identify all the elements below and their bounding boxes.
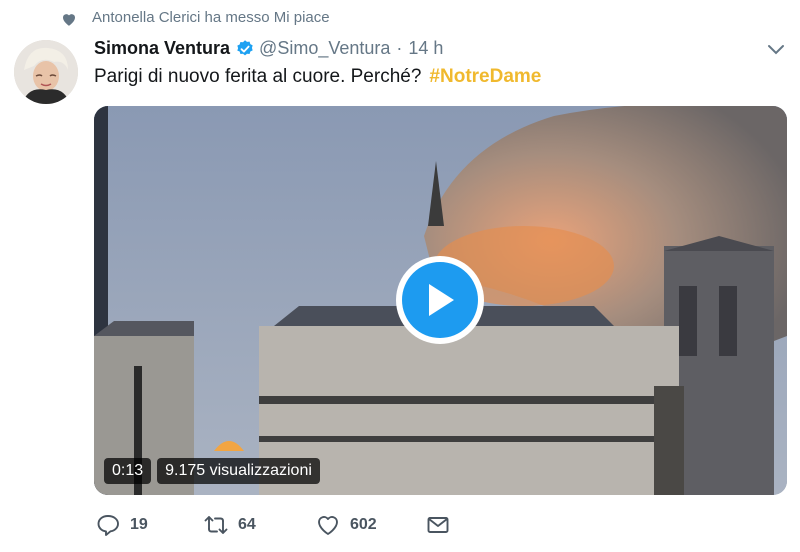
tweet-header: Simona Ventura @Simo_Ventura · 14 h — [94, 38, 443, 59]
duration-badge: 0:13 — [104, 458, 152, 484]
heart-icon — [63, 14, 75, 26]
direct-message-icon — [427, 517, 449, 533]
like-count: 602 — [350, 516, 377, 533]
avatar-image — [14, 40, 78, 104]
like-button[interactable]: 602 — [316, 514, 377, 536]
social-context-label: Antonella Clerici ha messo Mi piace — [92, 9, 330, 26]
play-button-fill — [402, 262, 478, 338]
play-button[interactable] — [396, 256, 484, 344]
timestamp[interactable]: 14 h — [408, 38, 443, 59]
author-handle[interactable]: @Simo_Ventura — [259, 38, 390, 59]
retweet-count: 64 — [238, 516, 256, 533]
separator-dot: · — [396, 38, 403, 58]
direct-message-button[interactable] — [426, 514, 450, 536]
reply-button[interactable]: 19 — [96, 514, 148, 536]
play-icon — [429, 284, 454, 316]
reply-icon — [97, 515, 119, 536]
retweet-button[interactable]: 64 — [204, 514, 256, 536]
avatar[interactable] — [14, 40, 78, 104]
verified-badge-icon — [237, 39, 253, 55]
video-info-badges: 0:13 9.175 visualizzazioni — [104, 458, 320, 484]
tweet-text: Parigi di nuovo ferita al cuore. Perché?… — [94, 66, 541, 88]
like-icon — [318, 516, 338, 535]
view-count-badge: 9.175 visualizzazioni — [157, 458, 320, 484]
reply-count: 19 — [130, 516, 148, 533]
retweet-icon — [204, 516, 228, 534]
chevron-down-icon[interactable] — [766, 42, 786, 58]
author-name[interactable]: Simona Ventura — [94, 38, 230, 59]
tweet-body: Parigi di nuovo ferita al cuore. Perché? — [94, 66, 422, 87]
video-player[interactable]: 0:13 9.175 visualizzazioni — [94, 106, 787, 495]
hashtag-link[interactable]: #NotreDame — [429, 66, 541, 87]
